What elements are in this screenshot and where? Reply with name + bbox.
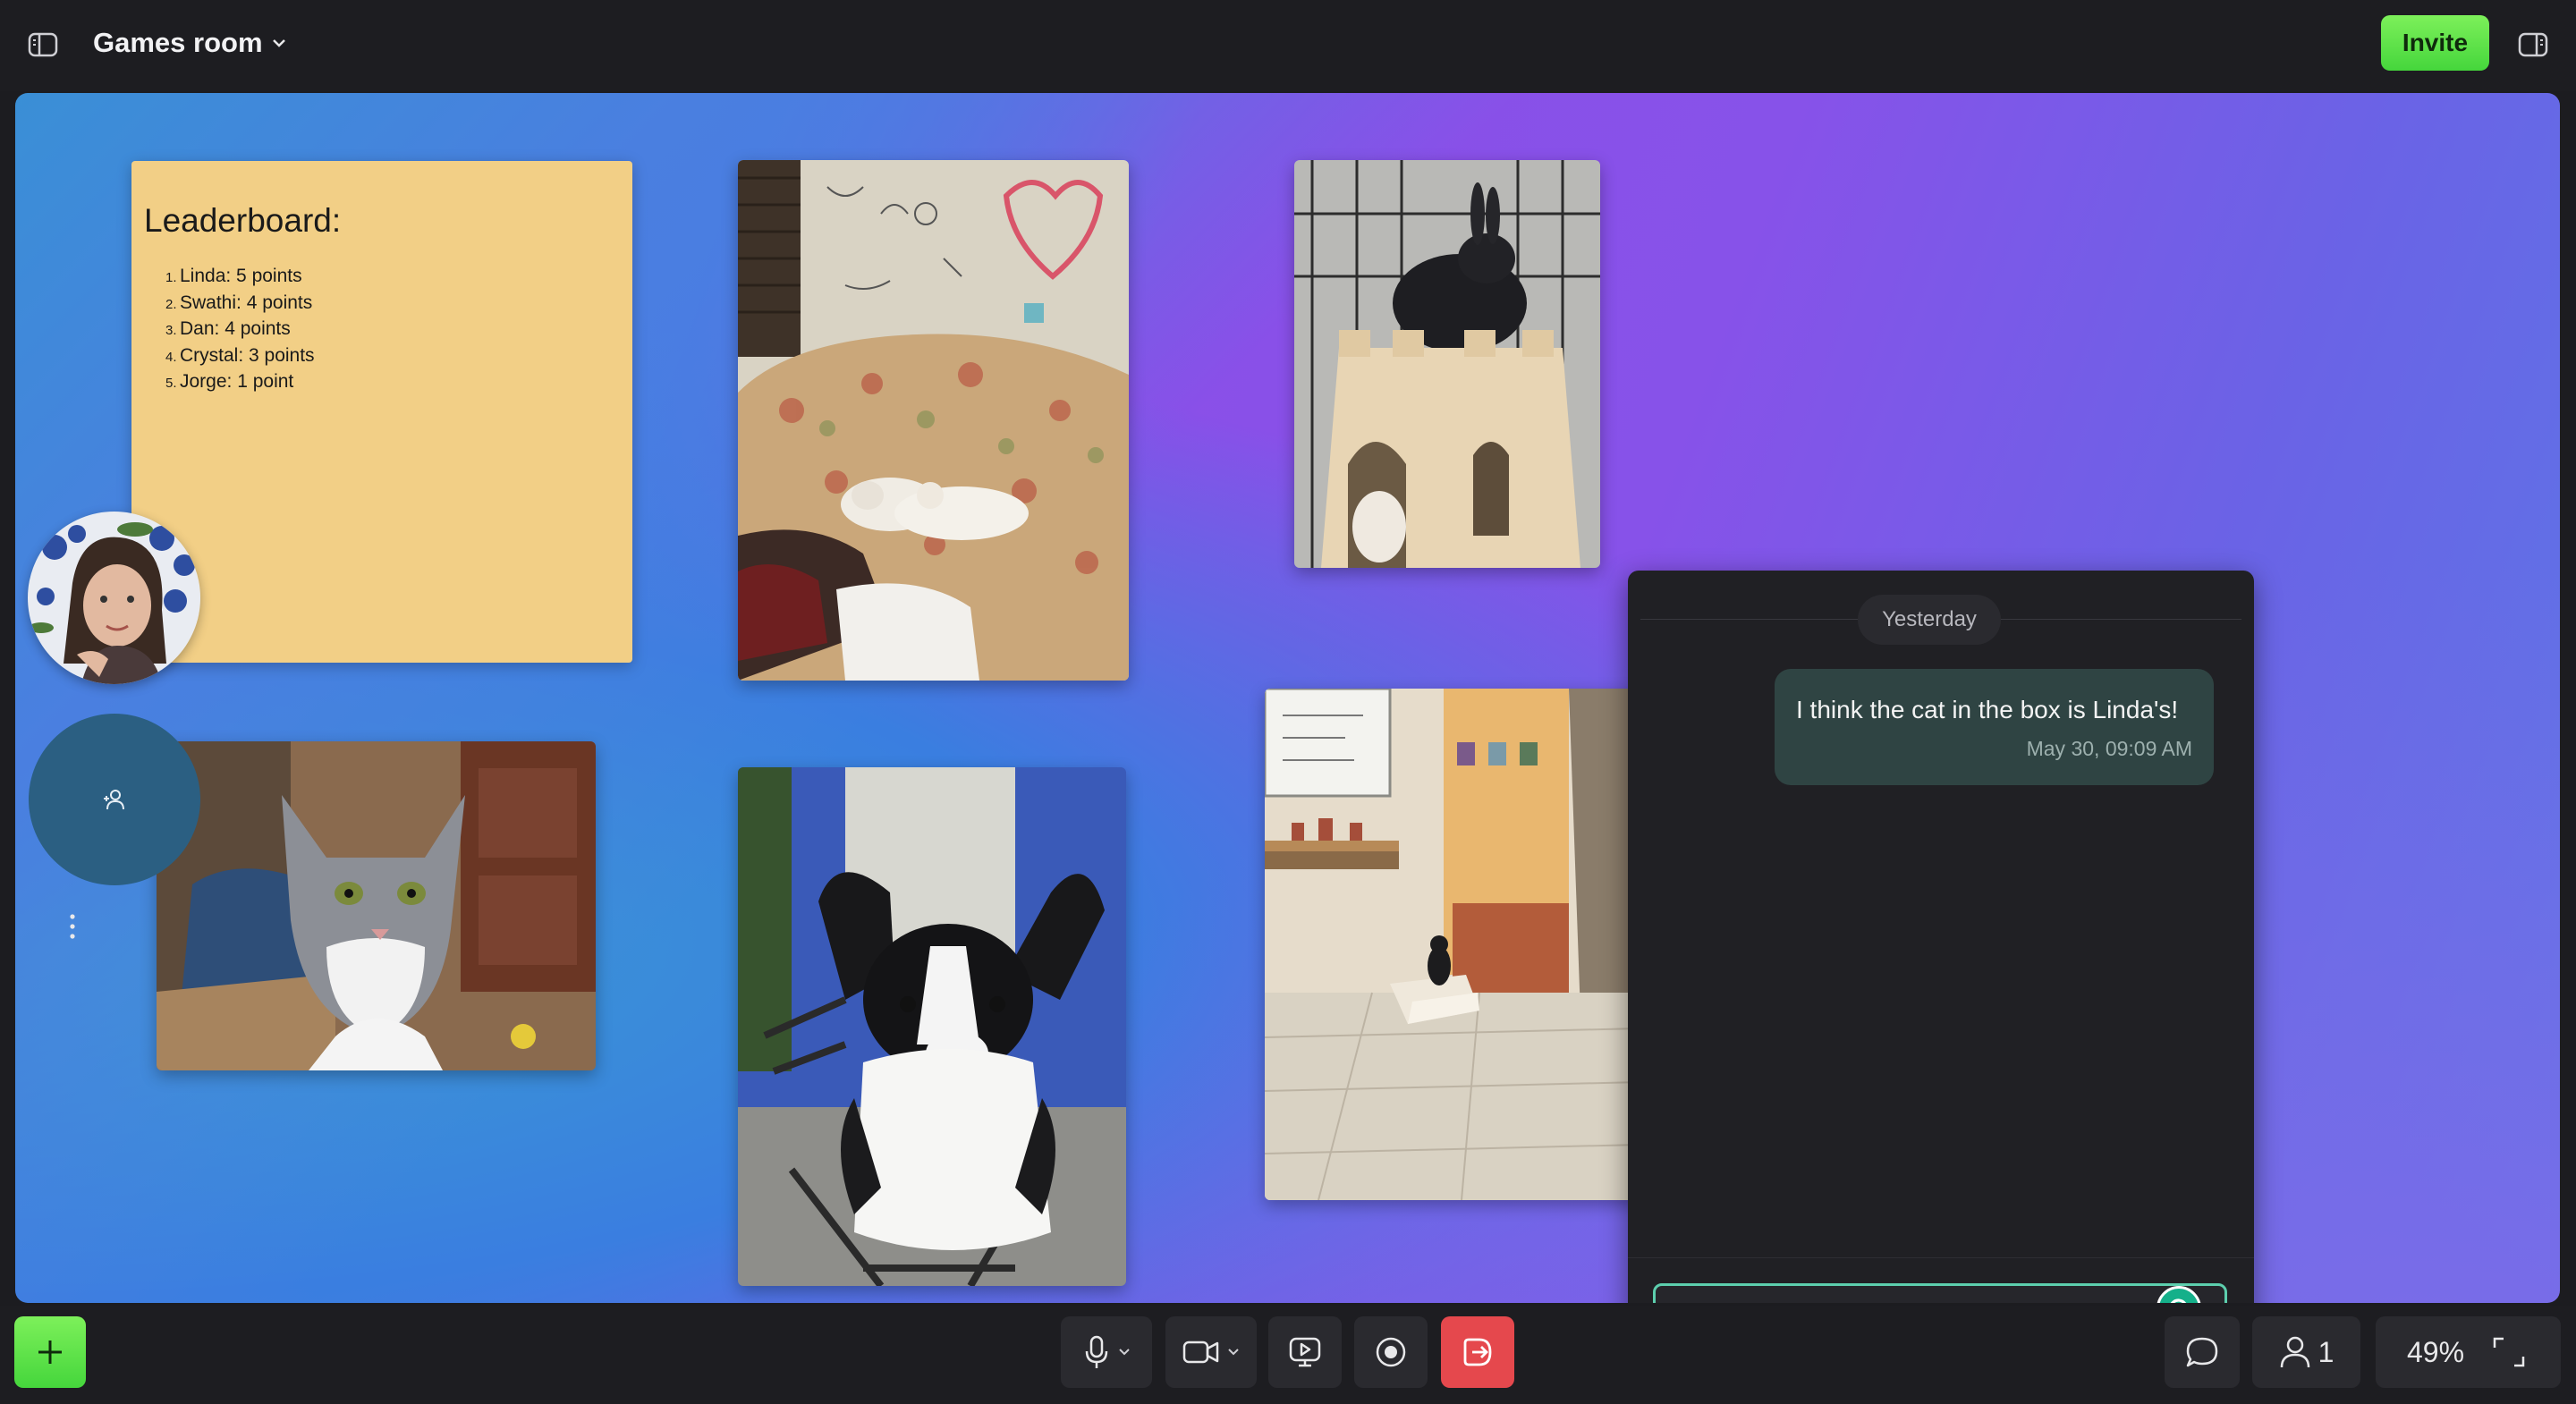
list-item: 5. Jorge: 1 point <box>165 371 294 392</box>
zoom-level: 49% <box>2407 1335 2465 1368</box>
fullscreen-icon[interactable] <box>2491 1335 2527 1369</box>
leaderboard-list: 1. Linda: 5 points 2. Swathi: 4 points 3. D… <box>144 263 620 395</box>
add-button[interactable] <box>14 1316 86 1388</box>
whiteboard-canvas[interactable]: Leaderboard: 1. Linda: 5 points 2. Swathi:… <box>15 93 2560 1303</box>
zoom-control[interactable]: 49% <box>2376 1316 2561 1388</box>
chat-panel: Yesterday I think the cat in the box is … <box>1628 571 2254 1303</box>
screen-share-icon <box>1289 1337 1321 1367</box>
photo-cat-in-box-room[interactable] <box>1265 689 1640 1200</box>
add-person-icon <box>104 790 124 810</box>
microphone-button[interactable] <box>1061 1316 1152 1388</box>
more-options-icon[interactable] <box>55 909 90 944</box>
panel-toggle-icon[interactable] <box>2513 25 2553 64</box>
invite-button[interactable]: Invite <box>2381 15 2489 71</box>
list-item: 3. Dan: 4 points <box>165 318 291 339</box>
chat-toggle-button[interactable] <box>2165 1316 2240 1388</box>
message-timestamp: May 30, 09:09 AM <box>2026 737 2192 760</box>
photo-rabbit-castle[interactable] <box>1294 160 1600 568</box>
list-item: 1. Linda: 5 points <box>165 266 302 286</box>
plus-icon <box>38 1341 62 1364</box>
record-button[interactable] <box>1354 1316 1428 1388</box>
participant-avatar[interactable] <box>28 512 200 684</box>
message-text: I think the cat in the box is Linda's! <box>1796 696 2179 723</box>
record-icon <box>1376 1337 1406 1367</box>
chat-bubble-icon <box>2186 1337 2218 1367</box>
leave-button[interactable] <box>1441 1316 1514 1388</box>
chevron-down-icon <box>272 39 285 47</box>
screen-share-button[interactable] <box>1268 1316 1342 1388</box>
microphone-icon <box>1085 1335 1108 1368</box>
photo-papillon-dog[interactable] <box>738 767 1126 1286</box>
add-participant-button[interactable] <box>29 714 200 885</box>
sidebar-toggle-icon[interactable] <box>23 25 63 64</box>
room-title: Games room <box>93 27 263 58</box>
room-title-dropdown[interactable]: Games room <box>93 23 286 63</box>
participants-button[interactable]: 1 <box>2252 1316 2360 1388</box>
chevron-down-icon[interactable] <box>1118 1348 1131 1357</box>
camera-icon <box>1182 1341 1219 1364</box>
bottom-toolbar: 1 49% <box>0 1306 2576 1404</box>
camera-button[interactable] <box>1165 1316 1257 1388</box>
divider <box>1628 1257 2254 1258</box>
chat-message: I think the cat in the box is Linda's! M… <box>1775 669 2214 785</box>
sticky-note-title: Leaderboard: <box>144 202 342 239</box>
photo-gray-cat[interactable] <box>157 741 596 1070</box>
photo-dogs-on-couch[interactable] <box>738 160 1129 681</box>
person-icon <box>2280 1336 2309 1368</box>
message-input-container <box>1653 1283 2227 1303</box>
list-item: 4. Crystal: 3 points <box>165 344 315 366</box>
date-separator: Yesterday <box>1858 595 2001 645</box>
list-item: 2. Swathi: 4 points <box>165 292 313 313</box>
sticky-note-leaderboard[interactable]: Leaderboard: 1. Linda: 5 points 2. Swathi:… <box>131 161 632 663</box>
leave-icon <box>1463 1338 1492 1366</box>
top-bar: Games room Invite <box>0 0 2576 91</box>
message-input[interactable] <box>1672 1286 2173 1303</box>
chevron-down-icon[interactable] <box>1227 1348 1240 1357</box>
participant-count: 1 <box>2318 1335 2334 1368</box>
